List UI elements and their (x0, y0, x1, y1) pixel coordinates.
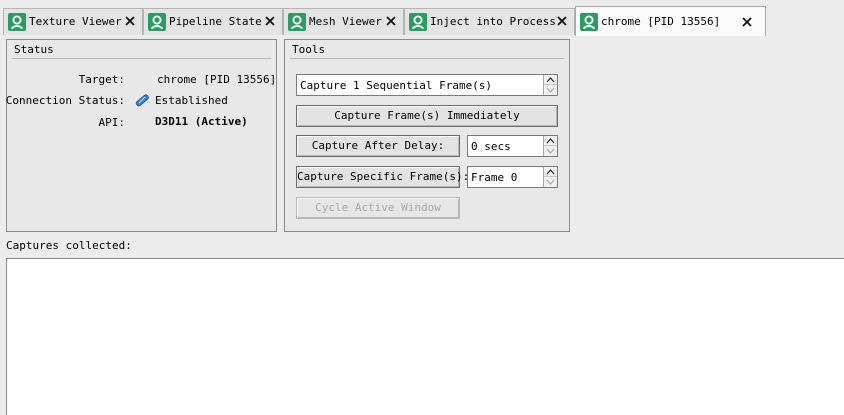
target-label: Target: (78, 73, 125, 86)
capture-immediately-button[interactable]: Capture Frame(s) Immediately (296, 105, 558, 127)
person-icon (288, 13, 306, 31)
chevron-down-icon[interactable] (544, 146, 557, 156)
status-group: Status Target: chrome [PID 13556] Connec… (6, 39, 277, 232)
tools-group: Tools Capture 1 Sequential Frame(s) Capt… (284, 39, 570, 232)
captures-collected-label: Captures collected: (6, 239, 132, 252)
tab-label: Texture Viewer (29, 15, 122, 28)
capture-after-delay-button[interactable]: Capture After Delay: (296, 135, 460, 157)
chevron-up-icon[interactable] (544, 75, 557, 85)
tab-pipeline-state[interactable]: Pipeline State (143, 8, 283, 35)
tab-mesh-viewer[interactable]: Mesh Viewer (283, 8, 404, 35)
person-icon (148, 13, 166, 31)
tools-group-title: Tools (292, 43, 326, 56)
tab-texture-viewer[interactable]: Texture Viewer (3, 8, 143, 35)
api-label: API: (98, 116, 126, 129)
status-group-title: Status (14, 43, 54, 56)
spinbox-arrows (543, 136, 557, 156)
frame-value: Frame 0 (471, 171, 518, 184)
captures-list[interactable] (6, 258, 844, 415)
sequential-frames-value: Capture 1 Sequential Frame(s) (300, 79, 493, 92)
tab-inject-into-process[interactable]: Inject into Process (404, 8, 575, 35)
chevron-down-icon[interactable] (544, 177, 557, 187)
person-icon (580, 13, 598, 31)
group-divider (12, 58, 271, 59)
cycle-active-window-button[interactable]: Cycle Active Window (296, 197, 460, 219)
spinbox-arrows (543, 75, 557, 95)
tab-label: Pipeline State (169, 15, 262, 28)
delay-value: 0 secs (471, 140, 511, 153)
tab-label: chrome [PID 13556] (601, 15, 721, 28)
chevron-up-icon[interactable] (544, 136, 557, 146)
target-value: chrome [PID 13556] (157, 73, 277, 86)
frame-spinbox[interactable]: Frame 0 (467, 166, 558, 188)
connection-status-label: Connection Status: (5, 94, 125, 107)
connected-plug-icon (134, 92, 150, 108)
tab-bar: Texture Viewer Pipeline State Mesh Viewe… (0, 0, 844, 36)
spinbox-arrows (543, 167, 557, 187)
close-icon[interactable] (384, 14, 398, 28)
close-icon[interactable] (740, 15, 754, 29)
sequential-frames-spinbox[interactable]: Capture 1 Sequential Frame(s) (296, 74, 558, 96)
tab-chrome-capture[interactable]: chrome [PID 13556] (575, 6, 766, 36)
tab-label: Inject into Process (430, 15, 556, 28)
person-icon (8, 13, 26, 31)
connection-status-value: Established (155, 94, 228, 107)
close-icon[interactable] (263, 14, 277, 28)
group-divider (290, 58, 564, 59)
chevron-down-icon[interactable] (544, 85, 557, 95)
capture-specific-frames-button[interactable]: Capture Specific Frame(s): (296, 166, 469, 188)
close-icon[interactable] (123, 14, 137, 28)
person-icon (409, 13, 427, 31)
tab-label: Mesh Viewer (309, 15, 382, 28)
chevron-up-icon[interactable] (544, 167, 557, 177)
delay-spinbox[interactable]: 0 secs (467, 135, 558, 157)
close-icon[interactable] (555, 14, 569, 28)
api-value: D3D11 (Active) (155, 115, 248, 128)
